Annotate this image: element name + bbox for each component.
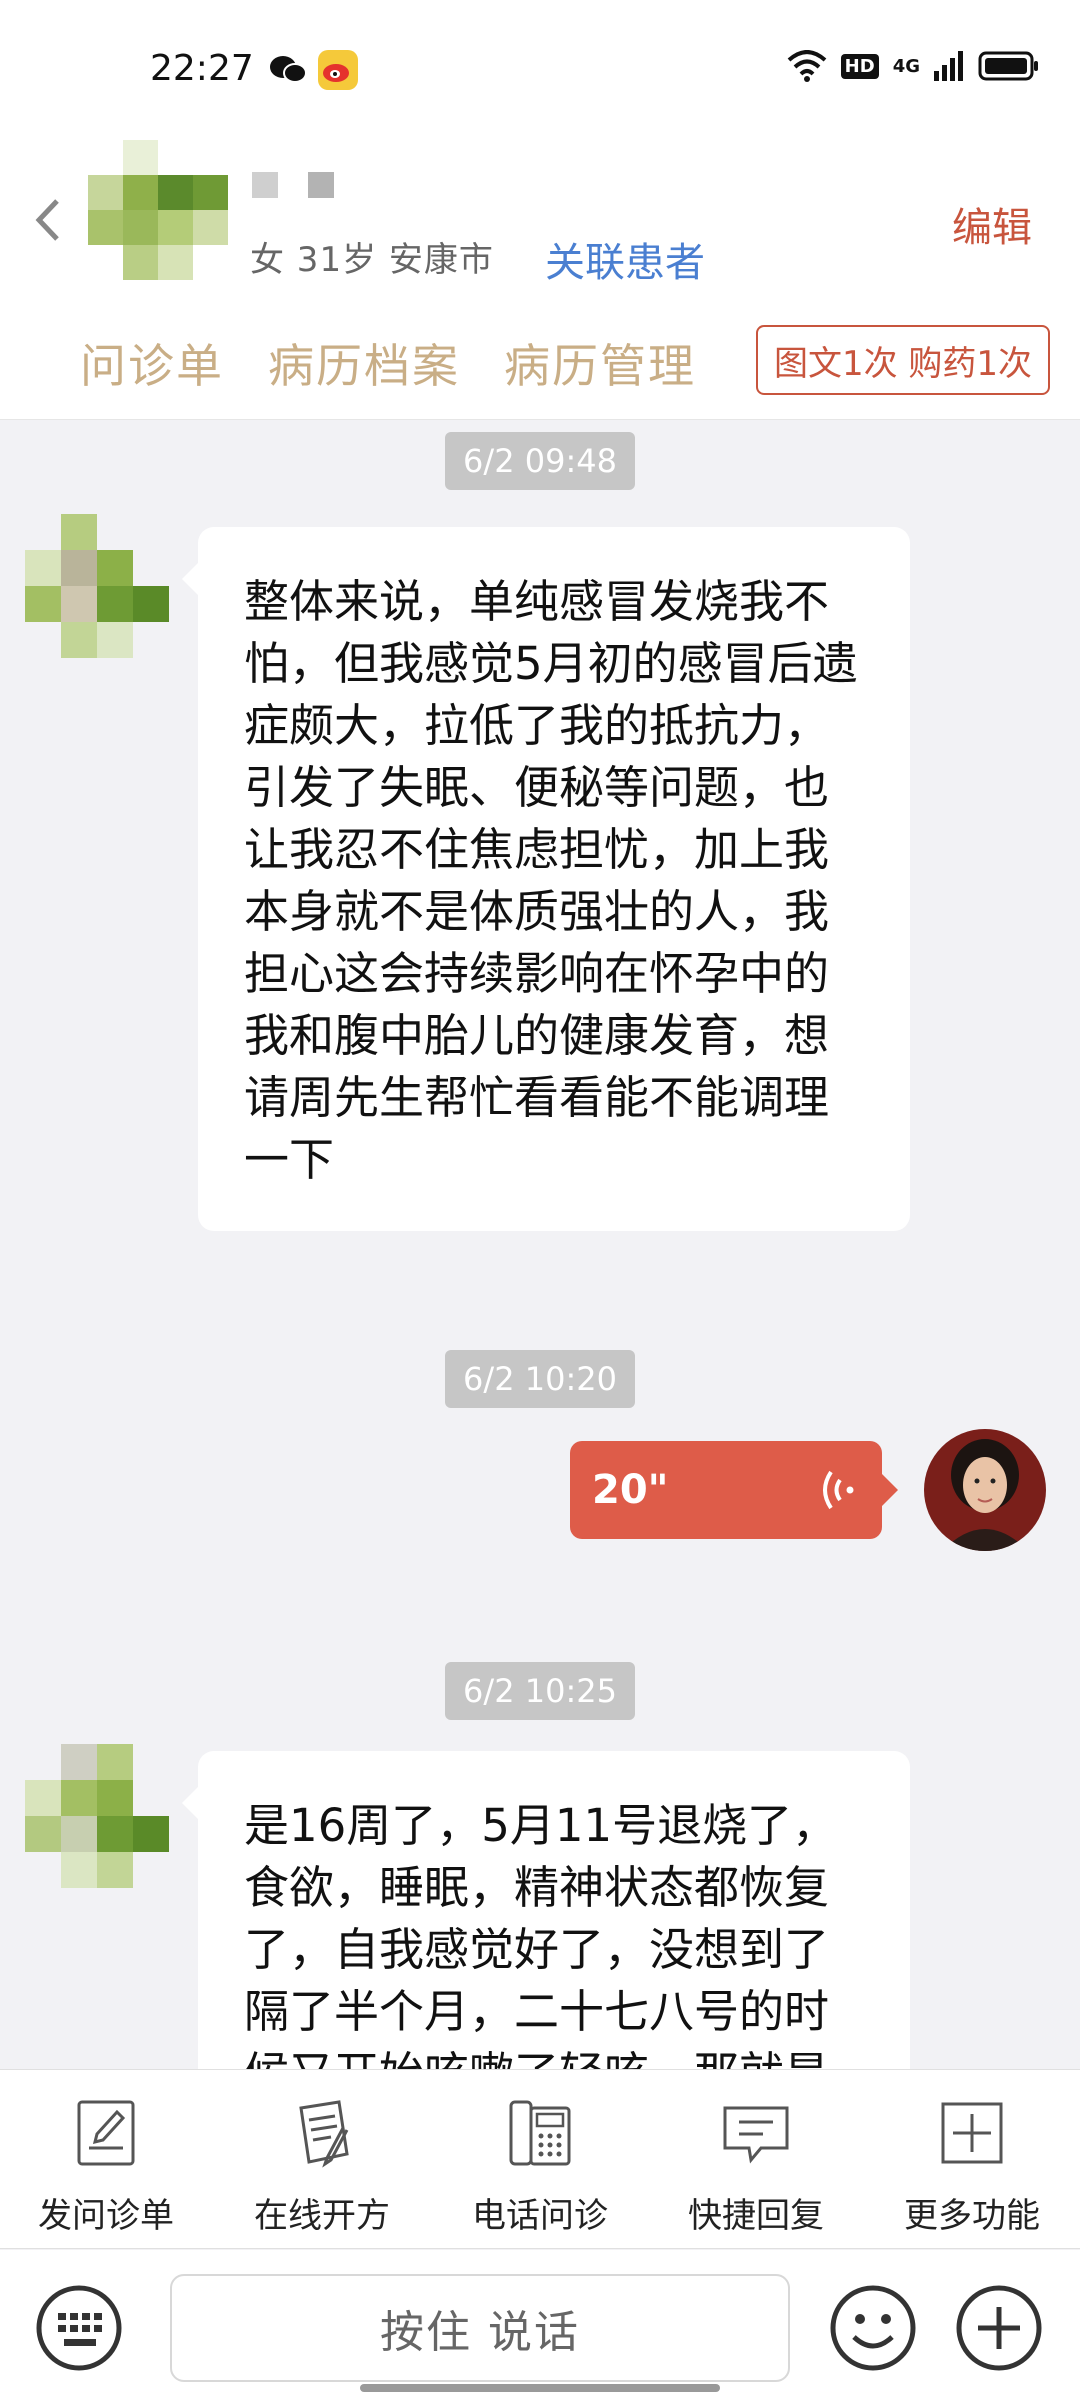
signal-icon (934, 51, 963, 81)
more-icon (941, 2102, 1003, 2164)
voice-wave-icon (823, 1470, 854, 1510)
wifi-icon (787, 50, 826, 82)
patient-message-avatar[interactable] (25, 1744, 170, 1889)
tool-label: 更多功能 (904, 2196, 1040, 2236)
record-tabs: 问诊单 病历档案 病历管理 (80, 330, 696, 396)
hd-badge: HD (840, 53, 879, 79)
related-patient-link[interactable]: 关联患者 (545, 230, 705, 288)
status-bar: 22:27 HD 4G (0, 0, 1080, 140)
back-button[interactable] (28, 190, 68, 250)
tool-label: 在线开方 (254, 2196, 390, 2236)
tab-consult-form[interactable]: 问诊单 (80, 330, 224, 396)
plus-icon[interactable] (956, 2285, 1042, 2371)
home-indicator[interactable] (360, 2384, 720, 2392)
tab-record-management[interactable]: 病历管理 (504, 330, 696, 396)
message-timestamp: 6/2 09:48 (445, 432, 635, 490)
function-toolbar: 发问诊单 在线开方 电话问诊 快捷回复 更多功能 (0, 2069, 1080, 2249)
incoming-message-bubble[interactable]: 整体来说，单纯感冒发烧我不怕，但我感觉5月初的感冒后遗症颇大，拉低了我的抵抗力，… (182, 527, 910, 1231)
tab-medical-records[interactable]: 病历档案 (268, 330, 460, 396)
emoji-icon[interactable] (830, 2285, 916, 2371)
phone-consult-button[interactable]: 电话问诊 (450, 2098, 630, 2237)
status-right: HD 4G (787, 50, 1040, 82)
patient-info: 女 31岁 安康市 (250, 240, 494, 280)
outgoing-voice-message[interactable]: 20" (570, 1441, 898, 1539)
message-timestamp: 6/2 10:25 (445, 1662, 635, 1720)
online-prescription-button[interactable]: 在线开方 (232, 2098, 412, 2237)
patient-message-avatar[interactable] (25, 514, 170, 659)
tool-label: 电话问诊 (472, 2196, 608, 2236)
weibo-icon (318, 50, 358, 90)
chat-area[interactable]: 6/2 09:48 整体来说，单纯感冒发烧我不怕，但我感觉5月初的感冒后遗症颇大… (0, 421, 1080, 2069)
wechat-icon (270, 56, 307, 83)
chat-header: 女 31岁 安康市 关联患者 编辑 问诊单 病历档案 病历管理 图文1次 购药1… (0, 140, 1080, 420)
more-functions-button[interactable]: 更多功能 (882, 2098, 1062, 2237)
phone-icon (509, 2100, 571, 2166)
incoming-message-bubble[interactable]: 是16周了，5月11号退烧了，食欲，睡眠，精神状态都恢复了，自我感觉好了，没想到… (182, 1751, 910, 2069)
status-time: 22:27 (150, 48, 254, 89)
tool-label: 快捷回复 (688, 2196, 824, 2236)
hold-to-talk-button[interactable]: 按住 说话 (170, 2274, 790, 2382)
voice-duration: 20" (592, 1467, 669, 1513)
battery-icon (978, 51, 1038, 81)
keyboard-icon[interactable] (36, 2285, 122, 2371)
edit-button[interactable]: 编辑 (952, 195, 1032, 253)
message-timestamp: 6/2 10:20 (445, 1350, 635, 1408)
input-bar: 按住 说话 (0, 2250, 1080, 2400)
patient-name-redacted (252, 172, 334, 198)
network-type: 4G (892, 55, 920, 77)
prescription-icon (299, 2100, 349, 2168)
tool-label: 发问诊单 (38, 2196, 174, 2236)
service-count-badge[interactable]: 图文1次 购药1次 (756, 325, 1050, 395)
doctor-avatar[interactable] (924, 1429, 1046, 1551)
form-icon (77, 2100, 135, 2166)
back-arrow-icon (35, 199, 59, 241)
quick-reply-button[interactable]: 快捷回复 (666, 2098, 846, 2237)
quick-reply-icon (723, 2106, 789, 2164)
patient-avatar[interactable] (88, 140, 228, 285)
send-consult-form-button[interactable]: 发问诊单 (16, 2098, 196, 2237)
